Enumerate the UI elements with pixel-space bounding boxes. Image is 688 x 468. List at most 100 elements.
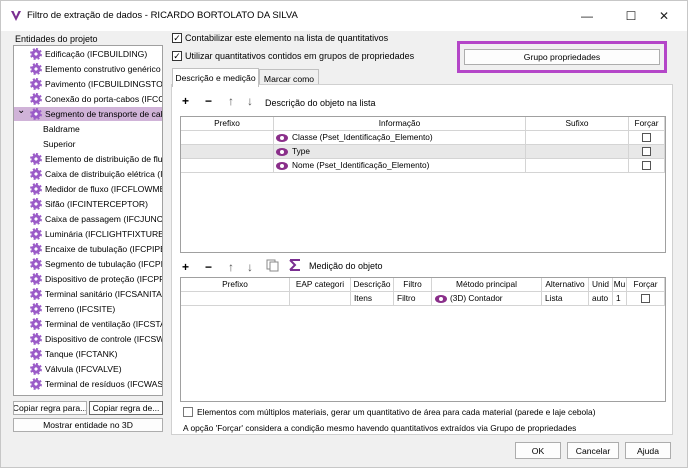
help-button[interactable]: Ajuda — [625, 442, 671, 459]
description-grid: Prefixo Informação Sufixo Forçar Classe … — [180, 116, 666, 253]
gear-icon — [30, 303, 42, 315]
tree-item-label: Luminária (IFCLIGHTFIXTURE) — [45, 229, 163, 239]
force-cell[interactable] — [627, 292, 665, 306]
gear-icon — [30, 153, 42, 165]
tree-item-label: Válvula (IFCVALVE) — [45, 364, 122, 374]
tree-item-label: Segmento de transporte de cabo — [45, 109, 163, 119]
count-element-checkbox[interactable]: ✓ — [172, 33, 182, 43]
copy-rule-to-button[interactable]: Copiar regra para... — [13, 401, 87, 415]
tree-item[interactable]: Caixa de distribuição elétrica (IFC — [14, 167, 162, 181]
use-property-groups-checkbox[interactable]: ✓ — [172, 51, 182, 61]
prefix-cell[interactable] — [181, 159, 274, 173]
force-checkbox[interactable] — [642, 147, 651, 156]
maximize-button[interactable]: ☐ — [616, 6, 646, 26]
information-cell[interactable]: Type — [274, 145, 526, 159]
multiplier-text: 1 — [616, 293, 621, 303]
tree-item[interactable]: Segmento de tubulação (IFCPIPE — [14, 257, 162, 271]
move-up-icon[interactable]: ↑ — [228, 95, 234, 107]
force-checkbox[interactable] — [642, 161, 651, 170]
eye-icon[interactable] — [435, 295, 447, 303]
table-row[interactable]: Nome (Pset_Identificação_Elemento) — [181, 159, 665, 173]
entity-tree[interactable]: Edificação (IFCBUILDING) Elemento constru… — [13, 45, 163, 396]
multiplier-cell[interactable]: 1 — [613, 292, 627, 306]
add-icon[interactable]: + — [182, 95, 189, 107]
information-cell[interactable]: Classe (Pset_Identificação_Elemento) — [274, 131, 526, 145]
tree-item[interactable]: Terminal sanitário (IFCSANITARY — [14, 287, 162, 301]
description-cell[interactable]: Itens — [351, 292, 394, 306]
tree-item[interactable]: Terminal de ventilação (IFCSTACI — [14, 317, 162, 331]
remove-measure-icon[interactable]: − — [205, 261, 212, 273]
table-row[interactable]: Type — [181, 145, 665, 159]
tree-item[interactable]: Válvula (IFCVALVE) — [14, 362, 162, 376]
header-force: Forçar — [629, 117, 665, 131]
prefix-cell[interactable] — [181, 292, 290, 306]
main-method-text: (3D) Contador — [450, 293, 503, 303]
copy-rule-from-button[interactable]: Copiar regra de... — [89, 401, 163, 415]
ok-button[interactable]: OK — [515, 442, 561, 459]
tree-item[interactable]: Pavimento (IFCBUILDINGSTOREY — [14, 77, 163, 91]
tree-item[interactable]: Tanque (IFCTANK) — [14, 347, 162, 361]
eye-icon[interactable] — [276, 162, 288, 170]
information-cell[interactable]: Nome (Pset_Identificação_Elemento) — [274, 159, 526, 173]
tree-item[interactable]: Medidor de fluxo (IFCFLOWMETI — [14, 182, 163, 196]
unit-cell[interactable]: auto — [589, 292, 613, 306]
suffix-cell[interactable] — [526, 159, 629, 173]
tree-item[interactable]: Edificação (IFCBUILDING) — [14, 47, 162, 61]
tree-item[interactable]: Elemento construtivo genérico (I — [14, 62, 162, 76]
sum-icon[interactable] — [289, 259, 301, 271]
add-measure-icon[interactable]: + — [182, 261, 189, 273]
eye-icon[interactable] — [276, 148, 288, 156]
minimize-button[interactable]: — — [572, 6, 602, 26]
main-method-cell[interactable]: (3D) Contador — [432, 292, 542, 306]
tree-item[interactable]: Luminária (IFCLIGHTFIXTURE) — [14, 227, 163, 241]
table-row[interactable]: Classe (Pset_Identificação_Elemento) — [181, 131, 665, 145]
alternative-cell[interactable]: Lista — [542, 292, 589, 306]
show-in-3d-button[interactable]: Mostrar entidade no 3D — [13, 418, 163, 432]
tree-item[interactable]: ⌄ Segmento de transporte de cabo — [14, 107, 163, 121]
force-note: A opção 'Forçar' considera a condição me… — [183, 423, 577, 433]
tree-item[interactable]: Caixa de passagem (IFCJUNCTIO — [14, 212, 162, 226]
tree-item-label: Pavimento (IFCBUILDINGSTOREY — [45, 79, 163, 89]
tree-item[interactable]: Terminal de resíduos (IFCWASTE — [14, 377, 163, 391]
tree-item-label: Terminal de resíduos (IFCWASTE — [45, 379, 163, 389]
suffix-cell[interactable] — [526, 131, 629, 145]
tree-item[interactable]: Terreno (IFCSITE) — [14, 302, 162, 316]
header-prefix: Prefixo — [181, 117, 274, 131]
force-checkbox[interactable] — [642, 133, 651, 142]
app-logo-icon — [11, 11, 21, 21]
tree-item[interactable]: Dispositivo de proteção (IFCPRO — [14, 272, 162, 286]
property-group-button[interactable]: Grupo propriedades — [464, 49, 660, 65]
filter-cell[interactable]: Filtro — [394, 292, 432, 306]
tree-item[interactable]: Superior — [14, 137, 162, 151]
tree-item[interactable]: Dispositivo de controle (IFCSWIT — [14, 332, 163, 346]
title-bar: Filtro de extração de dados - RICARDO BO… — [1, 1, 687, 31]
move-up-measure-icon[interactable]: ↑ — [228, 261, 234, 273]
tree-item-label: Medidor de fluxo (IFCFLOWMETI — [45, 184, 163, 194]
tree-item[interactable]: Sifão (IFCINTERCEPTOR) — [14, 197, 162, 211]
gear-icon — [30, 378, 42, 390]
copy-icon[interactable] — [266, 259, 279, 272]
tree-item[interactable]: Conexão do porta-cabos (IFCCAI — [14, 92, 162, 106]
unit-text: auto — [592, 293, 609, 303]
prefix-cell[interactable] — [181, 131, 274, 145]
eap-category-cell[interactable] — [290, 292, 351, 306]
tree-item-label: Encaixe de tubulação (IFCPIPEFIT — [45, 244, 162, 254]
cancel-button[interactable]: Cancelar — [567, 442, 619, 459]
close-button[interactable]: ✕ — [649, 6, 679, 26]
eye-icon[interactable] — [276, 134, 288, 142]
remove-icon[interactable]: − — [205, 95, 212, 107]
measure-header: Unid — [589, 278, 613, 292]
tab-description-measurement[interactable]: Descrição e medição — [172, 68, 259, 87]
force-checkbox[interactable] — [641, 294, 650, 303]
multi-material-checkbox[interactable] — [183, 407, 193, 417]
tree-item[interactable]: Elemento de distribuição de flux — [14, 152, 162, 166]
information-text: Type — [292, 146, 310, 156]
move-down-icon[interactable]: ↓ — [247, 95, 253, 107]
tree-item-label: Dispositivo de controle (IFCSWIT — [45, 334, 163, 344]
tree-item[interactable]: Baldrame — [14, 122, 162, 136]
prefix-cell[interactable] — [181, 145, 274, 159]
tree-item[interactable]: Encaixe de tubulação (IFCPIPEFIT — [14, 242, 162, 256]
suffix-cell[interactable] — [526, 145, 629, 159]
move-down-measure-icon[interactable]: ↓ — [247, 261, 253, 273]
chevron-down-icon[interactable]: ⌄ — [17, 107, 25, 118]
